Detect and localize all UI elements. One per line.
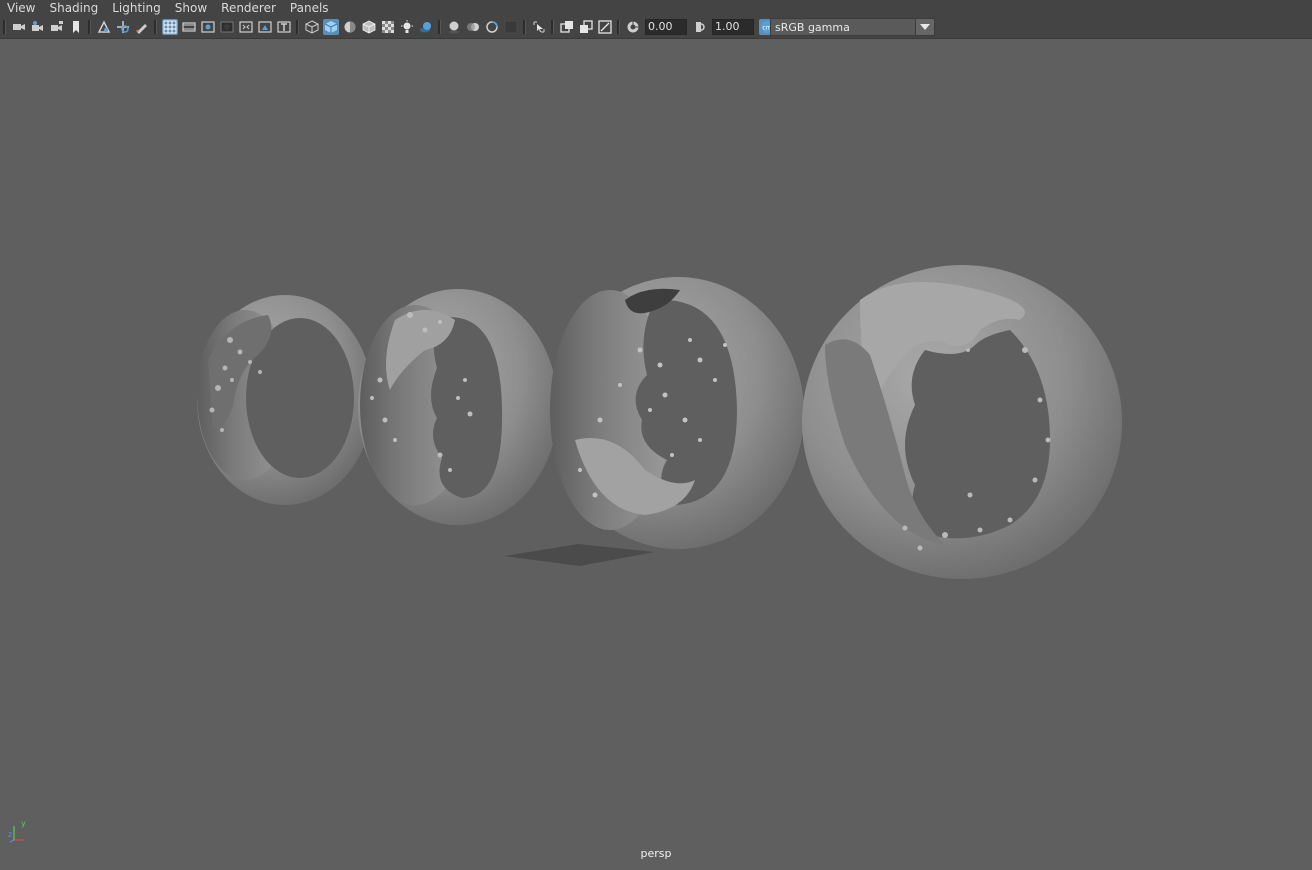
menu-lighting[interactable]: Lighting	[105, 0, 168, 16]
menu-panels[interactable]: Panels	[283, 0, 336, 16]
wireframe-on-shaded-icon[interactable]	[361, 19, 377, 35]
toolbar-separator	[617, 20, 620, 34]
field-chart-icon[interactable]	[238, 19, 254, 35]
view-axis-gizmo: y z	[8, 819, 26, 843]
wireframe-icon[interactable]	[304, 19, 320, 35]
bookmark-icon[interactable]	[68, 19, 84, 35]
shadow-plane	[504, 544, 654, 566]
safe-action-icon[interactable]	[257, 19, 273, 35]
axis-y-label: y	[21, 819, 26, 828]
panel-toolbar: 0.00 1.00 cm	[0, 16, 1312, 39]
color-space-value: sRGB gamma	[775, 20, 850, 34]
xray-icon[interactable]	[380, 19, 396, 35]
panel-menubar: View Shading Lighting Show Renderer Pane…	[0, 0, 1312, 16]
gamma-field[interactable]: 1.00	[712, 19, 754, 35]
menu-show[interactable]: Show	[168, 0, 214, 16]
resolution-gate-icon[interactable]	[200, 19, 216, 35]
fluid-mesh-4	[802, 265, 1122, 579]
smooth-shade-icon[interactable]	[322, 19, 339, 35]
gate-mask-icon[interactable]	[219, 19, 235, 35]
bookmarks-icon[interactable]	[49, 19, 65, 35]
select-camera-icon[interactable]	[11, 19, 27, 35]
multisample-aa-icon[interactable]	[484, 19, 500, 35]
chevron-down-icon	[915, 19, 934, 35]
toolbar-separator	[88, 20, 91, 34]
2d-pan-zoom-icon[interactable]	[115, 19, 131, 35]
menu-shading[interactable]: Shading	[42, 0, 105, 16]
toolbar-separator	[438, 20, 441, 34]
viewport-scene	[197, 265, 1122, 579]
screen-space-ao-icon[interactable]	[446, 19, 462, 35]
safe-title-icon[interactable]	[276, 19, 292, 35]
toolbar-separator	[296, 20, 299, 34]
toolbar-separator	[3, 20, 6, 34]
exposure-icon[interactable]	[625, 19, 641, 35]
motion-blur-icon[interactable]	[465, 19, 481, 35]
axis-z-label: z	[8, 830, 12, 839]
fluid-mesh-2	[358, 289, 558, 525]
camera-name-label: persp	[640, 847, 672, 860]
backface-culling-icon[interactable]	[597, 19, 613, 35]
use-default-material-icon[interactable]	[342, 19, 358, 35]
grid-icon[interactable]	[161, 19, 178, 35]
grease-pencil-icon[interactable]	[134, 19, 150, 35]
camera-attributes-icon[interactable]	[30, 19, 46, 35]
color-space-dropdown[interactable]: sRGB gamma	[770, 18, 935, 36]
image-plane-icon[interactable]	[96, 19, 112, 35]
depth-of-field-icon[interactable]	[503, 19, 519, 35]
xray-active-components-icon[interactable]	[559, 19, 575, 35]
menu-view[interactable]: View	[0, 0, 42, 16]
toolbar-separator	[523, 20, 526, 34]
toolbar-separator	[551, 20, 554, 34]
film-gate-icon[interactable]	[181, 19, 197, 35]
toolbar-separator	[154, 20, 157, 34]
fluid-mesh-1	[197, 295, 373, 505]
exposure-field[interactable]: 0.00	[645, 19, 687, 35]
use-all-lights-icon[interactable]	[399, 19, 415, 35]
3d-viewport[interactable]	[0, 39, 1312, 866]
shadows-icon[interactable]	[418, 19, 434, 35]
menu-renderer[interactable]: Renderer	[214, 0, 283, 16]
xray-joints-icon[interactable]	[578, 19, 594, 35]
fluid-mesh-3	[550, 277, 804, 549]
gamma-icon[interactable]	[692, 19, 708, 35]
isolate-select-icon[interactable]	[531, 19, 547, 35]
